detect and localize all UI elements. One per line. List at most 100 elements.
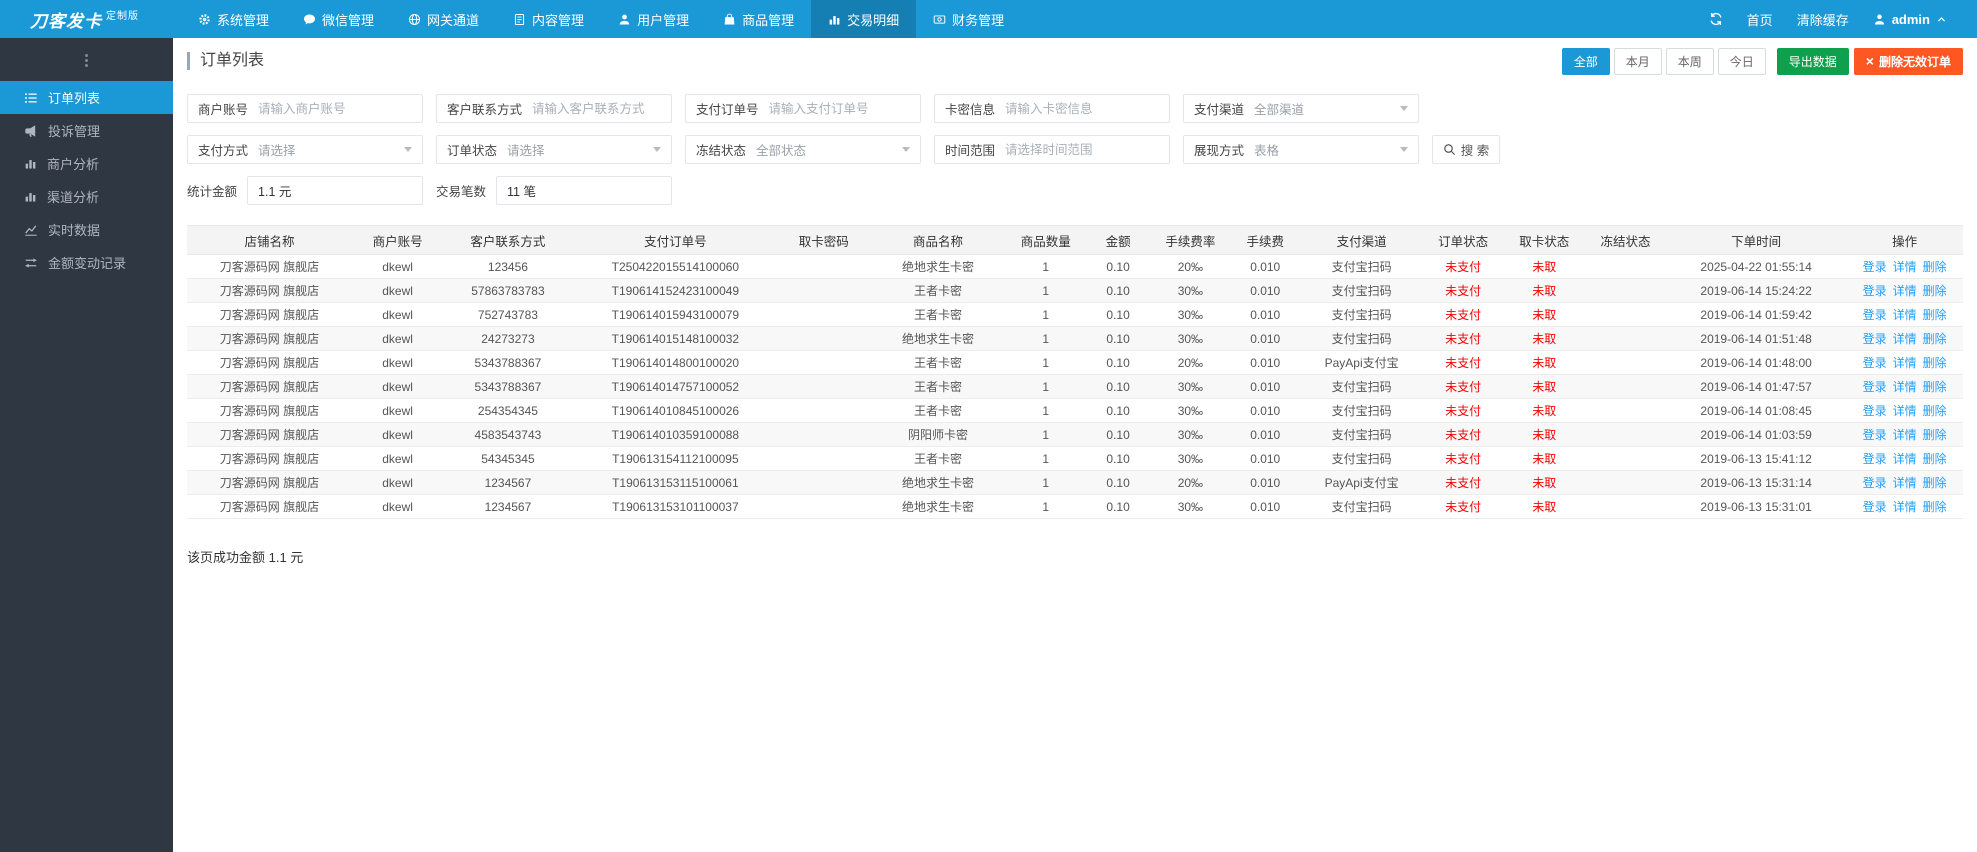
- login-link[interactable]: 登录: [1863, 476, 1887, 490]
- home-link[interactable]: 首页: [1747, 10, 1773, 29]
- stat-total-amount: 统计金额: [187, 176, 423, 205]
- sidebar-item-order-list[interactable]: 订单列表: [0, 81, 173, 114]
- table-cell: 2019-06-13 15:31:01: [1666, 494, 1847, 519]
- nav-item-wechat[interactable]: 微信管理: [286, 0, 391, 38]
- nav-item-finance[interactable]: 财务管理: [916, 0, 1021, 38]
- detail-link[interactable]: 详情: [1893, 380, 1917, 394]
- detail-link[interactable]: 详情: [1893, 356, 1917, 370]
- sidebar-item-realtime-data[interactable]: 实时数据: [0, 213, 173, 246]
- filter-merchant-account-input[interactable]: [258, 95, 422, 122]
- login-link[interactable]: 登录: [1863, 332, 1887, 346]
- export-data-button[interactable]: 导出数据: [1776, 47, 1849, 75]
- detail-link[interactable]: 详情: [1893, 332, 1917, 346]
- login-link[interactable]: 登录: [1863, 428, 1887, 442]
- table-cell: 1: [1006, 302, 1086, 327]
- table-cell: 未支付: [1422, 398, 1504, 423]
- detail-link[interactable]: 详情: [1893, 428, 1917, 442]
- detail-link[interactable]: 详情: [1893, 452, 1917, 466]
- filter-card-info-input[interactable]: [1005, 95, 1169, 122]
- range-button-all[interactable]: 全部: [1561, 47, 1610, 75]
- nav-item-gateway[interactable]: 网关通道: [391, 0, 496, 38]
- table-cell: 0.010: [1229, 446, 1301, 471]
- filter-payment-channel-select[interactable]: 全部渠道: [1254, 95, 1418, 122]
- table-cell: 1: [1006, 470, 1086, 495]
- filter-payment-order-no-input[interactable]: [768, 95, 920, 122]
- table-cell: 20‰: [1151, 254, 1230, 279]
- search-button-label: 搜 索: [1460, 144, 1490, 158]
- column-header: 下单时间: [1666, 225, 1847, 255]
- user-group-icon: [618, 13, 631, 26]
- delete-link[interactable]: 删除: [1923, 284, 1947, 298]
- login-link[interactable]: 登录: [1863, 284, 1887, 298]
- filter-card-info: 卡密信息: [934, 94, 1170, 123]
- range-button-this-week[interactable]: 本周: [1665, 47, 1714, 75]
- user-menu[interactable]: admin: [1873, 12, 1947, 27]
- select-value: 请选择: [258, 144, 296, 158]
- login-link[interactable]: 登录: [1863, 380, 1887, 394]
- table-cell: 20‰: [1151, 470, 1230, 495]
- detail-link[interactable]: 详情: [1893, 500, 1917, 514]
- nav-item-content[interactable]: 内容管理: [496, 0, 601, 38]
- login-link[interactable]: 登录: [1863, 356, 1887, 370]
- filter-freeze-status-select[interactable]: 全部状态: [756, 136, 920, 163]
- refresh-icon[interactable]: [1709, 12, 1723, 26]
- table-cell: 5343788367: [443, 350, 573, 375]
- search-icon: [1443, 143, 1456, 156]
- detail-link[interactable]: 详情: [1893, 476, 1917, 490]
- detail-link[interactable]: 详情: [1893, 308, 1917, 322]
- nav-item-system[interactable]: 系统管理: [181, 0, 286, 38]
- login-link[interactable]: 登录: [1863, 452, 1887, 466]
- sidebar-item-complaints[interactable]: 投诉管理: [0, 114, 173, 147]
- clear-cache-link[interactable]: 清除缓存: [1797, 10, 1849, 29]
- filter-display-mode-select[interactable]: 表格: [1254, 136, 1418, 163]
- filter-customer-contact-input[interactable]: [532, 95, 671, 122]
- delete-link[interactable]: 删除: [1923, 332, 1947, 346]
- stat-trade-count-value[interactable]: [496, 176, 672, 205]
- table-cell: 1: [1006, 326, 1086, 351]
- detail-link[interactable]: 详情: [1893, 284, 1917, 298]
- sidebar-item-channel-analysis[interactable]: 渠道分析: [0, 180, 173, 213]
- table-row: 刀客源码网 旗舰店 dkewl 254354345 T1906140108451000…: [187, 398, 1963, 423]
- delete-link[interactable]: 删除: [1923, 404, 1947, 418]
- table-cell: 刀客源码网 旗舰店: [187, 350, 352, 375]
- filter-display-mode: 展现方式 表格: [1183, 135, 1419, 164]
- delete-link[interactable]: 删除: [1923, 428, 1947, 442]
- nav-item-products[interactable]: 商品管理: [706, 0, 811, 38]
- login-link[interactable]: 登录: [1863, 404, 1887, 418]
- login-link[interactable]: 登录: [1863, 260, 1887, 274]
- table-cell: 0.10: [1085, 470, 1152, 495]
- delete-link[interactable]: 删除: [1923, 308, 1947, 322]
- delete-link[interactable]: 删除: [1923, 476, 1947, 490]
- filter-time-range-input[interactable]: [1005, 136, 1169, 163]
- delete-link[interactable]: 删除: [1923, 380, 1947, 394]
- delete-invalid-orders-button[interactable]: × 删除无效订单: [1853, 47, 1963, 75]
- sidebar-item-merchant-analysis[interactable]: 商户分析: [0, 147, 173, 180]
- detail-link[interactable]: 详情: [1893, 404, 1917, 418]
- delete-link[interactable]: 删除: [1923, 356, 1947, 370]
- sidebar-item-balance-changes[interactable]: 金额变动记录: [0, 246, 173, 279]
- bag-icon: [723, 13, 736, 26]
- filter-payment-channel: 支付渠道 全部渠道: [1183, 94, 1419, 123]
- login-link[interactable]: 登录: [1863, 308, 1887, 322]
- nav-item-users[interactable]: 用户管理: [601, 0, 706, 38]
- delete-link[interactable]: 删除: [1923, 452, 1947, 466]
- table-cell: 刀客源码网 旗舰店: [187, 326, 352, 351]
- delete-link[interactable]: 删除: [1923, 500, 1947, 514]
- stat-total-amount-value[interactable]: [247, 176, 423, 205]
- range-button-this-month[interactable]: 本月: [1613, 47, 1662, 75]
- range-button-today[interactable]: 今日: [1717, 47, 1766, 75]
- delete-link[interactable]: 删除: [1923, 260, 1947, 274]
- filter-payment-method-select[interactable]: 请选择: [258, 136, 422, 163]
- detail-link[interactable]: 详情: [1893, 260, 1917, 274]
- document-icon: [513, 13, 526, 26]
- top-navbar: 刀客发卡 定制版 系统管理 微信管理 网关通道 内容管理 用户管理 商品管理 交易明细 财务管…: [0, 0, 1977, 38]
- search-button[interactable]: 搜 索: [1432, 135, 1500, 164]
- nav-item-transactions[interactable]: 交易明细: [811, 0, 917, 38]
- page-title: 订单列表: [187, 52, 264, 70]
- table-header-row: 店铺名称 商户账号 客户联系方式 支付订单号 取卡密码 商品名称 商品数量 金额 手续费率 手续费…: [187, 225, 1963, 255]
- table-cell: 支付宝扫码: [1300, 398, 1423, 423]
- sidebar-collapse-handle[interactable]: [0, 38, 173, 81]
- table-cell-actions: 登录 详情 删除: [1846, 326, 1963, 351]
- filter-order-status-select[interactable]: 请选择: [507, 136, 671, 163]
- login-link[interactable]: 登录: [1863, 500, 1887, 514]
